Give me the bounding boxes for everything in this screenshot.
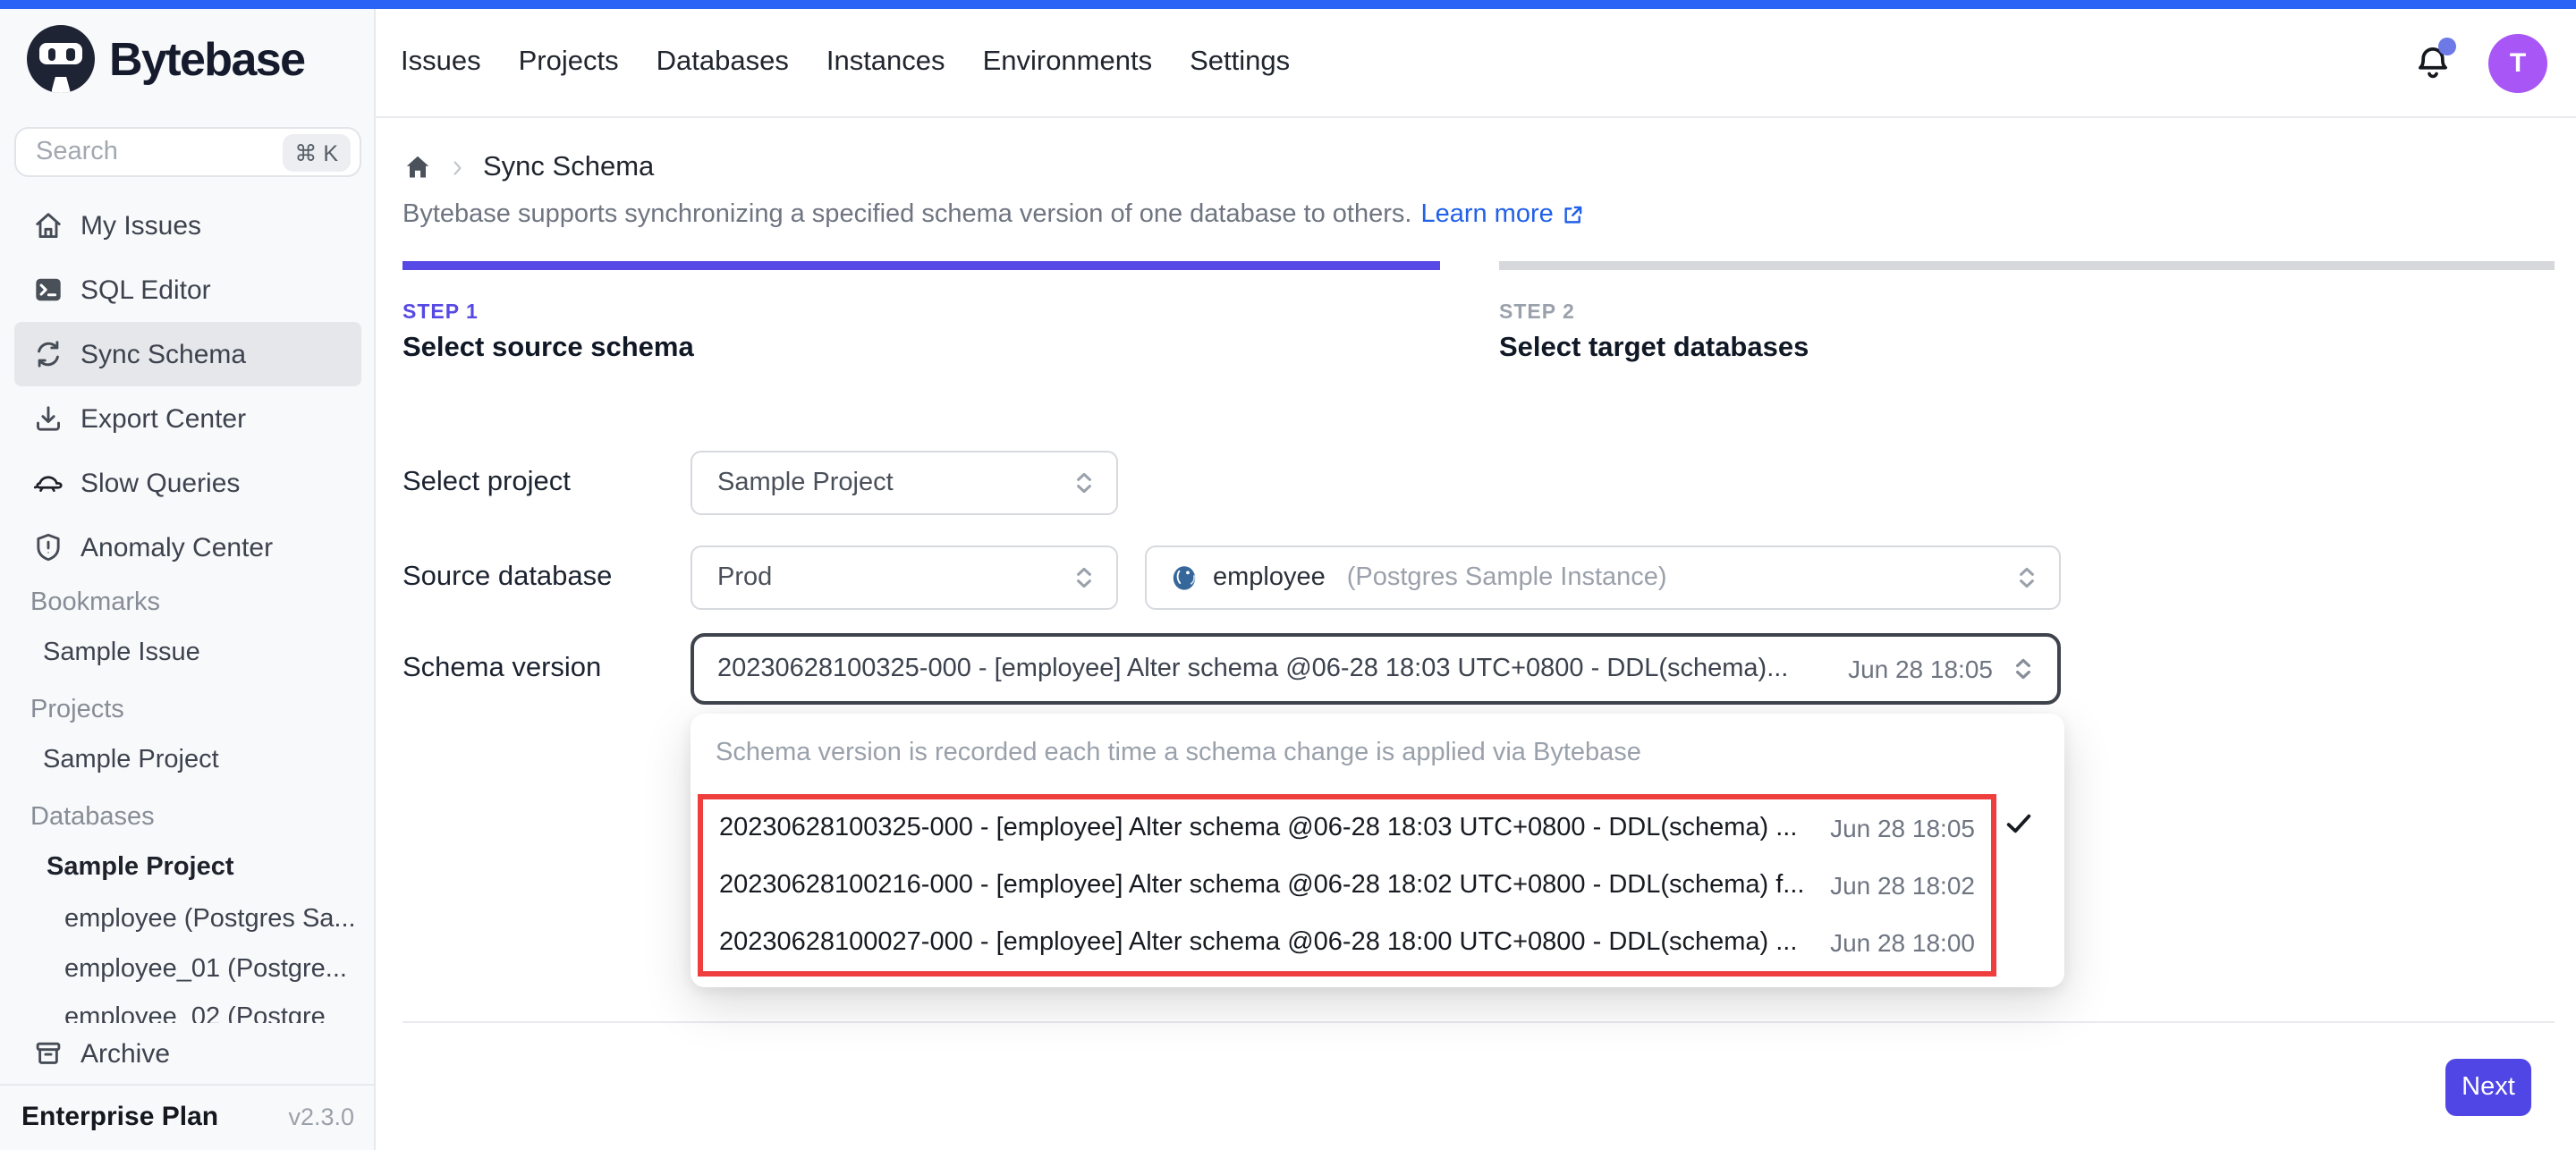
archive-icon <box>32 1037 64 1070</box>
database-select-instance: (Postgres Sample Instance) <box>1347 563 1998 592</box>
sidebar-item-label: Anomaly Center <box>80 532 273 562</box>
dropdown-hint: Schema version is recorded each time a s… <box>716 739 1641 767</box>
nav-projects[interactable]: Projects <box>519 47 619 79</box>
sidebar-item-label: Sync Schema <box>80 339 246 369</box>
turtle-icon <box>32 467 64 499</box>
sidebar-item-sql-editor[interactable]: SQL Editor <box>14 258 361 322</box>
sidebar-item-db-sample-project[interactable]: Sample Project <box>47 853 234 882</box>
avatar[interactable]: T <box>2488 33 2547 92</box>
archive-row: Archive <box>0 1023 374 1084</box>
top-loading-bar <box>0 0 2576 9</box>
step1-eyebrow: STEP 1 <box>402 302 479 324</box>
chevron-updown-icon <box>2009 655 2038 683</box>
home-icon[interactable] <box>402 152 433 182</box>
step1-title: Select source schema <box>402 333 694 365</box>
sidebar-item-db-employee[interactable]: employee (Postgres Sa... <box>64 905 356 934</box>
sidebar-item-db-employee-01[interactable]: employee_01 (Postgre... <box>64 955 347 984</box>
nav-instances[interactable]: Instances <box>826 47 945 79</box>
sidebar-item-sync-schema[interactable]: Sync Schema <box>14 322 361 386</box>
external-link-icon <box>1561 202 1586 227</box>
database-select[interactable]: employee (Postgres Sample Instance) <box>1145 545 2061 610</box>
schema-version-date: Jun 28 18:05 <box>1848 655 1993 683</box>
schema-version-select[interactable]: 20230628100325-000 - [employee] Alter sc… <box>691 633 2061 705</box>
sidebar-item-sample-project[interactable]: Sample Project <box>43 746 219 774</box>
breadcrumb: Sync Schema <box>402 150 654 184</box>
sidebar-item-label: My Issues <box>80 210 201 241</box>
chevron-updown-icon <box>1070 563 1098 592</box>
sidebar-item-slow-queries[interactable]: Slow Queries <box>14 451 361 515</box>
schema-version-dropdown: Schema version is recorded each time a s… <box>691 714 2064 987</box>
step2-title: Select target databases <box>1499 333 1809 365</box>
search-input[interactable]: Search ⌘ K <box>14 127 361 177</box>
plan-version: v2.3.0 <box>288 1103 354 1129</box>
sidebar-nav: My Issues SQL Editor <box>14 193 361 579</box>
schema-version-value: 20230628100325-000 - [employee] Alter sc… <box>717 655 1826 683</box>
top-header: Issues Projects Databases Instances Envi… <box>376 9 2576 118</box>
sidebar-item-my-issues[interactable]: My Issues <box>14 193 361 258</box>
sidebar-item-label: Slow Queries <box>80 468 240 498</box>
section-title-projects: Projects <box>30 696 124 724</box>
select-project-label: Select project <box>402 467 571 499</box>
sidebar-item-label: Export Center <box>80 403 246 434</box>
check-icon <box>2004 808 2034 839</box>
learn-more-link[interactable]: Learn more <box>1420 200 1585 229</box>
page-title: Sync Schema <box>483 151 654 183</box>
schema-version-option-2[interactable]: 20230628100216-000 - [employee] Alter sc… <box>703 857 1991 914</box>
shield-icon <box>32 531 64 563</box>
source-database-label: Source database <box>402 562 612 594</box>
download-icon <box>32 402 64 435</box>
plan-row: Enterprise Plan v2.3.0 <box>21 1086 354 1146</box>
schema-version-option-1[interactable]: 20230628100325-000 - [employee] Alter sc… <box>703 799 1991 857</box>
schema-version-label: Schema version <box>402 653 601 685</box>
top-nav: Issues Projects Databases Instances Envi… <box>401 47 1290 79</box>
step2-eyebrow: STEP 2 <box>1499 302 1575 324</box>
environment-select[interactable]: Prod <box>691 545 1118 610</box>
nav-environments[interactable]: Environments <box>983 47 1153 79</box>
nav-issues[interactable]: Issues <box>401 47 481 79</box>
intro-text-row: Bytebase supports synchronizing a specif… <box>402 200 1586 229</box>
schema-version-option-3[interactable]: 20230628100027-000 - [employee] Alter sc… <box>703 914 1991 971</box>
next-button[interactable]: Next <box>2445 1059 2531 1116</box>
app-root: Bytebase Search ⌘ K My Issues <box>0 0 2576 1150</box>
footer-divider <box>402 1021 2555 1023</box>
sidebar-item-export-center[interactable]: Export Center <box>14 386 361 451</box>
project-select[interactable]: Sample Project <box>691 451 1118 515</box>
brand-name: Bytebase <box>109 31 304 87</box>
environment-select-value: Prod <box>717 563 1070 592</box>
terminal-icon <box>32 274 64 306</box>
step1-progress-bar <box>402 261 1440 270</box>
search-shortcut-kbd: ⌘ K <box>282 133 351 171</box>
chevron-right-icon <box>447 156 469 178</box>
sidebar-item-sample-issue[interactable]: Sample Issue <box>43 638 200 667</box>
annotation-red-box: 20230628100325-000 - [employee] Alter sc… <box>698 794 1996 977</box>
postgres-icon <box>1170 563 1199 592</box>
sidebar: Bytebase Search ⌘ K My Issues <box>0 0 376 1150</box>
chevron-updown-icon <box>2012 563 2041 592</box>
sidebar-item-label: Archive <box>80 1038 170 1069</box>
section-title-databases: Databases <box>30 803 155 832</box>
chevron-updown-icon <box>1070 469 1098 497</box>
step2-progress-bar <box>1499 261 2555 270</box>
sidebar-item-archive[interactable]: Archive <box>14 1025 361 1082</box>
brand-logo[interactable]: Bytebase <box>27 25 304 93</box>
database-select-name: employee <box>1213 563 1326 592</box>
bytebase-logo-icon <box>27 25 95 93</box>
notification-bell-button[interactable] <box>2413 43 2453 82</box>
sync-icon <box>32 338 64 370</box>
notification-dot <box>2438 38 2456 55</box>
header-right: T <box>2413 33 2547 92</box>
nav-settings[interactable]: Settings <box>1190 47 1290 79</box>
home-icon <box>32 209 64 241</box>
project-select-value: Sample Project <box>717 469 1070 497</box>
intro-text: Bytebase supports synchronizing a specif… <box>402 200 1411 229</box>
nav-databases[interactable]: Databases <box>657 47 789 79</box>
section-title-bookmarks: Bookmarks <box>30 588 160 617</box>
sidebar-item-anomaly-center[interactable]: Anomaly Center <box>14 515 361 579</box>
sidebar-item-label: SQL Editor <box>80 275 211 305</box>
search-placeholder: Search <box>36 138 282 166</box>
plan-name: Enterprise Plan <box>21 1101 218 1131</box>
